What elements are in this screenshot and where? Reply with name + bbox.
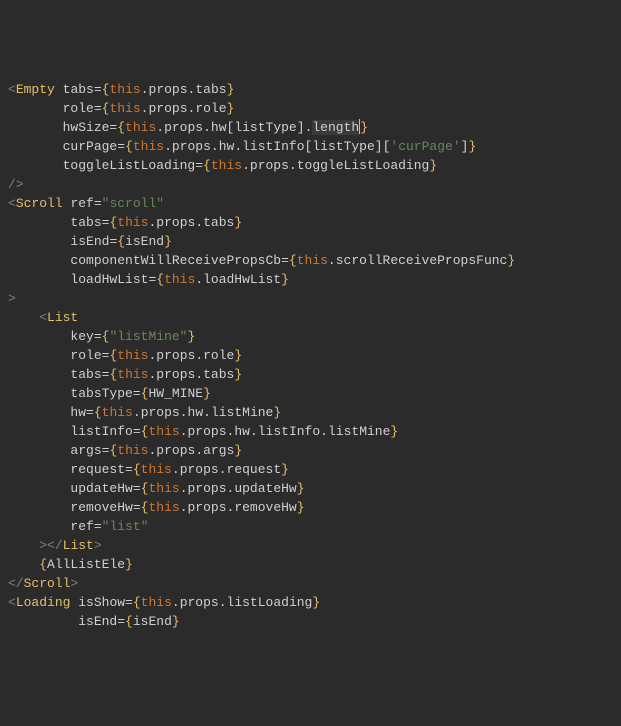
code-line[interactable]: componentWillReceivePropsCb={this.scroll… bbox=[0, 251, 621, 270]
code-line[interactable]: updateHw={this.props.updateHw} bbox=[0, 479, 621, 498]
code-line[interactable]: key={"listMine"} bbox=[0, 327, 621, 346]
code-line[interactable]: role={this.props.role} bbox=[0, 99, 621, 118]
code-line[interactable]: <Loading isShow={this.props.listLoading} bbox=[0, 593, 621, 612]
code-line[interactable]: tabs={this.props.tabs} bbox=[0, 213, 621, 232]
code-line[interactable]: tabs={this.props.tabs} bbox=[0, 365, 621, 384]
code-line[interactable]: removeHw={this.props.removeHw} bbox=[0, 498, 621, 517]
code-line[interactable]: isEnd={isEnd} bbox=[0, 232, 621, 251]
code-line[interactable]: /> bbox=[0, 175, 621, 194]
code-line[interactable]: {AllListEle} bbox=[0, 555, 621, 574]
code-line[interactable]: listInfo={this.props.hw.listInfo.listMin… bbox=[0, 422, 621, 441]
code-line[interactable]: tabsType={HW_MINE} bbox=[0, 384, 621, 403]
code-line[interactable]: toggleListLoading={this.props.toggleList… bbox=[0, 156, 621, 175]
code-line[interactable]: request={this.props.request} bbox=[0, 460, 621, 479]
code-line[interactable]: <List bbox=[0, 308, 621, 327]
code-line[interactable]: curPage={this.props.hw.listInfo[listType… bbox=[0, 137, 621, 156]
code-line[interactable]: loadHwList={this.loadHwList} bbox=[0, 270, 621, 289]
code-line[interactable]: hwSize={this.props.hw[listType].length} bbox=[0, 118, 621, 137]
code-line[interactable]: <Empty tabs={this.props.tabs} bbox=[0, 80, 621, 99]
code-line[interactable]: isEnd={isEnd} bbox=[0, 612, 621, 631]
code-line[interactable]: ></List> bbox=[0, 536, 621, 555]
code-editor[interactable]: <Empty tabs={this.props.tabs} role={this… bbox=[0, 80, 621, 631]
code-line[interactable]: args={this.props.args} bbox=[0, 441, 621, 460]
code-line[interactable]: > bbox=[0, 289, 621, 308]
code-line[interactable]: <Scroll ref="scroll" bbox=[0, 194, 621, 213]
code-line[interactable]: </Scroll> bbox=[0, 574, 621, 593]
code-line[interactable]: ref="list" bbox=[0, 517, 621, 536]
code-line[interactable]: hw={this.props.hw.listMine} bbox=[0, 403, 621, 422]
code-line[interactable]: role={this.props.role} bbox=[0, 346, 621, 365]
